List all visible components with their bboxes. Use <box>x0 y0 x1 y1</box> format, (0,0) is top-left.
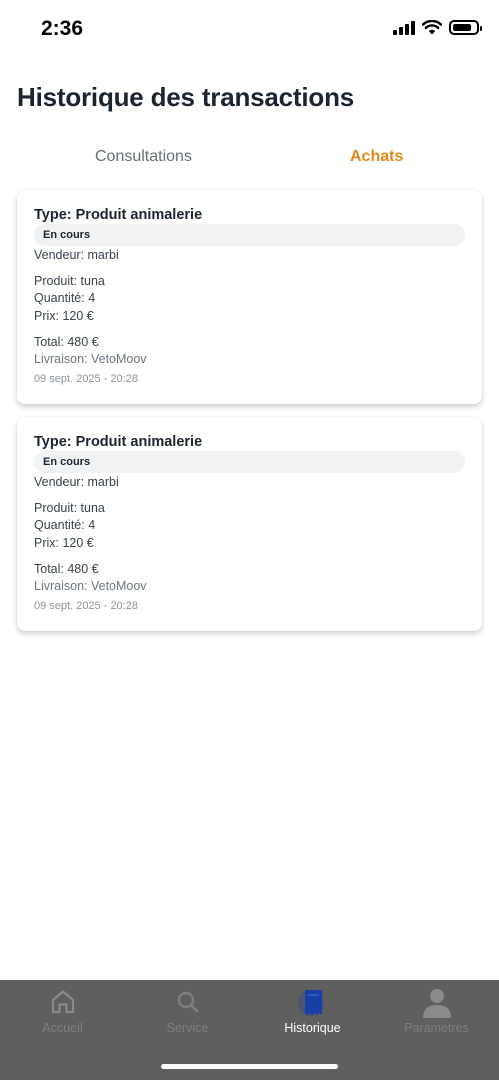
user-icon <box>422 989 451 1018</box>
price-text: Prix: 120 € <box>34 536 94 550</box>
delivery-text: Livraison: VetoMoov <box>34 352 147 366</box>
search-icon <box>177 991 198 1013</box>
quantity-text: Quantité: 4 <box>34 291 96 305</box>
cellular-signal-icon <box>393 20 415 35</box>
status-badge: En cours <box>34 224 465 246</box>
price-text: Prix: 120 € <box>34 309 94 323</box>
battery-icon <box>449 20 482 35</box>
quantity-text: Quantité: 4 <box>34 518 96 532</box>
transaction-date: 09 sept. 2025 - 20:28 <box>34 373 138 385</box>
delivery-text: Livraison: VetoMoov <box>34 579 147 593</box>
nav-label: Service <box>166 1021 209 1035</box>
total-text: Total: 480 € <box>34 335 99 349</box>
nav-label: Accueil <box>42 1021 83 1035</box>
nav-label: Parametres <box>404 1021 469 1035</box>
transaction-type: Type: Produit animalerie <box>34 207 203 223</box>
home-indicator[interactable] <box>161 1064 338 1069</box>
product-text: Produit: tuna <box>34 274 105 288</box>
status-icons <box>393 20 482 35</box>
status-badge: En cours <box>34 451 465 473</box>
transaction-date: 09 sept. 2025 - 20:28 <box>34 600 138 612</box>
tab-bar: Consultations Achats <box>0 148 499 178</box>
status-bar: 2:36 <box>0 0 499 60</box>
nav-service[interactable]: Service <box>125 980 250 1040</box>
transaction-card[interactable]: Type: Produit animalerie En cours Vendeu… <box>17 417 482 631</box>
vendor-text: Vendeur: marbi <box>34 248 119 262</box>
home-icon <box>51 990 74 1014</box>
status-time: 2:36 <box>41 17 84 40</box>
receipt-icon <box>297 990 324 1016</box>
tab-consultations[interactable]: Consultations <box>95 148 192 166</box>
nav-accueil[interactable]: Accueil <box>0 980 125 1040</box>
tab-achats[interactable]: Achats <box>350 148 403 166</box>
transaction-card[interactable]: Type: Produit animalerie En cours Vendeu… <box>17 190 482 404</box>
wifi-icon <box>422 20 442 35</box>
product-text: Produit: tuna <box>34 501 105 515</box>
vendor-text: Vendeur: marbi <box>34 475 119 489</box>
nav-parametres[interactable]: Parametres <box>374 980 499 1040</box>
transaction-type: Type: Produit animalerie <box>34 434 203 450</box>
nav-historique[interactable]: Historique <box>250 980 375 1040</box>
page-title: Historique des transactions <box>17 82 355 112</box>
total-text: Total: 480 € <box>34 562 99 576</box>
nav-label: Historique <box>284 1021 341 1035</box>
